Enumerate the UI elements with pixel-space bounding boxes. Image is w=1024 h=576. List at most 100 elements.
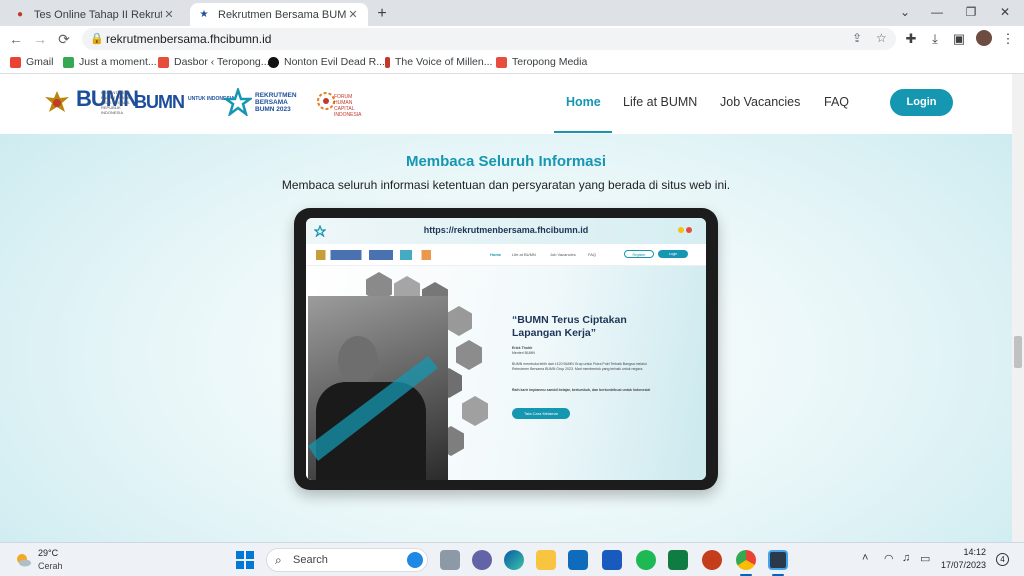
teams-chat-icon[interactable] xyxy=(472,550,492,570)
tab-search-icon[interactable]: ⌄ xyxy=(888,0,922,24)
tablet-body-text-2: Raih karir impianmu sambil belajar, bert… xyxy=(512,388,651,392)
mini-dot-icon xyxy=(678,227,684,233)
spotify-icon[interactable] xyxy=(636,550,656,570)
nav-faq[interactable]: FAQ xyxy=(824,95,849,109)
garuda-logo[interactable] xyxy=(42,88,72,118)
bing-icon xyxy=(407,552,423,568)
extensions-icon[interactable]: ✚ xyxy=(903,31,919,47)
weather-description[interactable]: Cerah xyxy=(38,561,63,571)
bookmark-gmail[interactable]: Gmail xyxy=(10,56,53,68)
browser-tab-tes-online[interactable]: ● Tes Online Tahap II Rekrutmen Be ✕ xyxy=(6,3,184,26)
edge-icon[interactable] xyxy=(504,550,524,570)
hexagon-photo xyxy=(462,396,488,426)
browser-toolbar: ← → ⟳ 🔒 rekrutmenbersama.fhcibumn.id ⇪ ☆… xyxy=(0,26,1024,52)
tablet-nav-jobs: Job Vacancies xyxy=(550,252,576,257)
bookmark-label: Dasbor ‹ Teropong... xyxy=(174,56,270,68)
side-panel-icon[interactable]: ▣ xyxy=(951,31,967,47)
nav-life-at-bumn[interactable]: Life at BUMN xyxy=(623,95,697,109)
powerpoint-icon[interactable] xyxy=(702,550,722,570)
download-icon[interactable]: ⤓ xyxy=(927,31,943,47)
excel-icon[interactable] xyxy=(668,550,688,570)
bookmark-star-icon[interactable]: ☆ xyxy=(876,31,887,45)
bookmark-teropong-media[interactable]: Teropong Media xyxy=(496,56,587,68)
close-window-button[interactable]: ✕ xyxy=(988,0,1022,24)
clock-date[interactable]: 17/07/2023 xyxy=(930,560,986,570)
task-view-icon[interactable] xyxy=(440,550,460,570)
address-bar[interactable]: 🔒 rekrutmenbersama.fhcibumn.id ⇪ ☆ xyxy=(82,28,896,50)
pin-favicon-icon: ● xyxy=(16,9,24,20)
star-favicon-icon: ★ xyxy=(199,9,209,20)
tablet-site-header: Home Life at BUMN Job Vacancies FAQ Regi… xyxy=(306,244,706,266)
tablet-mockup: https://rekrutmenbersama.fhcibumn.id Hom… xyxy=(294,208,718,490)
tab-title: Tes Online Tahap II Rekrutmen Be xyxy=(34,8,162,21)
windows-start-icon[interactable] xyxy=(236,551,254,569)
gmail-icon xyxy=(10,56,21,68)
menu-kebab-icon[interactable]: ⋮ xyxy=(1000,31,1016,47)
hexagon-photo xyxy=(456,340,482,370)
battery-icon[interactable]: ▭ xyxy=(920,552,930,565)
teropong-icon xyxy=(158,56,169,68)
reload-icon[interactable]: ⟳ xyxy=(54,29,74,49)
tablet-person-role: Menteri BUMN xyxy=(512,351,535,355)
tablet-screen: https://rekrutmenbersama.fhcibumn.id Hom… xyxy=(306,218,706,480)
volume-icon[interactable]: ♫ xyxy=(902,552,910,564)
word-icon[interactable] xyxy=(602,550,622,570)
back-icon[interactable]: ← xyxy=(6,29,26,49)
tablet-logos xyxy=(316,250,436,260)
restore-button[interactable]: ❐ xyxy=(954,0,988,24)
photos-app-icon[interactable] xyxy=(768,550,788,570)
tablet-quote: “BUMN Terus Ciptakan Lapangan Kerja” xyxy=(512,314,627,339)
scrollbar-thumb[interactable] xyxy=(1014,336,1022,368)
nav-job-vacancies[interactable]: Job Vacancies xyxy=(720,95,800,109)
site-header: BUMN KEMENTERIAN BADAN USAHA MILIK NEGAR… xyxy=(0,74,1012,134)
share-icon[interactable]: ⇪ xyxy=(852,31,862,45)
minimize-button[interactable]: — xyxy=(920,0,954,24)
section-title: Membaca Seluruh Informasi xyxy=(405,153,607,170)
bookmark-label: Teropong Media xyxy=(512,56,588,68)
section-subtitle: Membaca seluruh informasi ketentuan dan … xyxy=(281,178,731,192)
tray-chevron-up-icon[interactable]: ˄ xyxy=(862,552,868,564)
active-nav-indicator xyxy=(554,131,612,133)
page-scrollbar[interactable] xyxy=(1012,74,1024,542)
new-tab-button[interactable]: + xyxy=(372,4,392,24)
file-explorer-icon[interactable] xyxy=(536,550,556,570)
tab-title: Rekrutmen Bersama BUMN 2023 xyxy=(218,8,346,21)
clock-time[interactable]: 14:12 xyxy=(940,547,986,557)
kementerian-text: KEMENTERIAN BADAN USAHA MILIK NEGARA REP… xyxy=(101,90,130,115)
bookmark-label: Gmail xyxy=(26,56,54,68)
windows-taskbar: 29°C Cerah ⌕ Search ˄ ◠ ♫ ▭ 14:12 17/07/… xyxy=(0,542,1024,576)
bookmark-dasbor[interactable]: Dasbor ‹ Teropong... xyxy=(158,56,270,68)
nonton-icon xyxy=(268,56,279,68)
taskbar-search-box[interactable]: ⌕ Search xyxy=(266,548,428,572)
profile-avatar[interactable] xyxy=(976,30,992,46)
login-button[interactable]: Login xyxy=(890,89,953,116)
teal-swoosh xyxy=(308,356,438,461)
tablet-url-text: https://rekrutmenbersama.fhcibumn.id xyxy=(423,225,589,235)
bookmark-label: Just a moment... xyxy=(79,56,157,68)
notification-badge[interactable]: 4 xyxy=(996,553,1009,566)
close-tab-icon[interactable]: ✕ xyxy=(162,8,176,21)
rekrutmen-bersama-logo-text: REKRUTMEN BERSAMA BUMN 2023 xyxy=(255,92,297,113)
pin-icon xyxy=(385,56,390,68)
tablet-register-button: Register xyxy=(624,250,654,258)
tablet-hero: “BUMN Terus Ciptakan Lapangan Kerja” Eri… xyxy=(306,266,706,480)
weather-temperature[interactable]: 29°C xyxy=(38,548,58,558)
bookmark-just-a-moment[interactable]: Just a moment... xyxy=(63,56,157,68)
bookmark-nonton[interactable]: Nonton Evil Dead R... xyxy=(268,56,385,68)
rekrutmen-star-icon xyxy=(224,88,252,116)
globe-icon xyxy=(63,56,74,68)
mail-icon[interactable] xyxy=(568,550,588,570)
lock-icon[interactable]: 🔒 xyxy=(90,32,104,45)
close-tab-icon[interactable]: ✕ xyxy=(346,8,360,21)
sun-cloud-icon[interactable] xyxy=(14,551,32,569)
bookmark-voice[interactable]: The Voice of Millen... xyxy=(385,56,492,68)
wifi-icon[interactable]: ◠ xyxy=(884,552,894,565)
bookmarks-bar: Gmail Just a moment... Dasbor ‹ Teropong… xyxy=(0,52,1024,74)
browser-tab-rekrutmen[interactable]: ★ Rekrutmen Bersama BUMN 2023 ✕ xyxy=(190,3,368,26)
nav-home[interactable]: Home xyxy=(566,95,601,109)
mini-dot-icon xyxy=(686,227,692,233)
forward-icon[interactable]: → xyxy=(30,29,50,49)
chrome-icon[interactable] xyxy=(736,550,756,570)
tablet-browser-bar: https://rekrutmenbersama.fhcibumn.id xyxy=(306,218,706,244)
tablet-login-button: Login xyxy=(658,250,688,258)
